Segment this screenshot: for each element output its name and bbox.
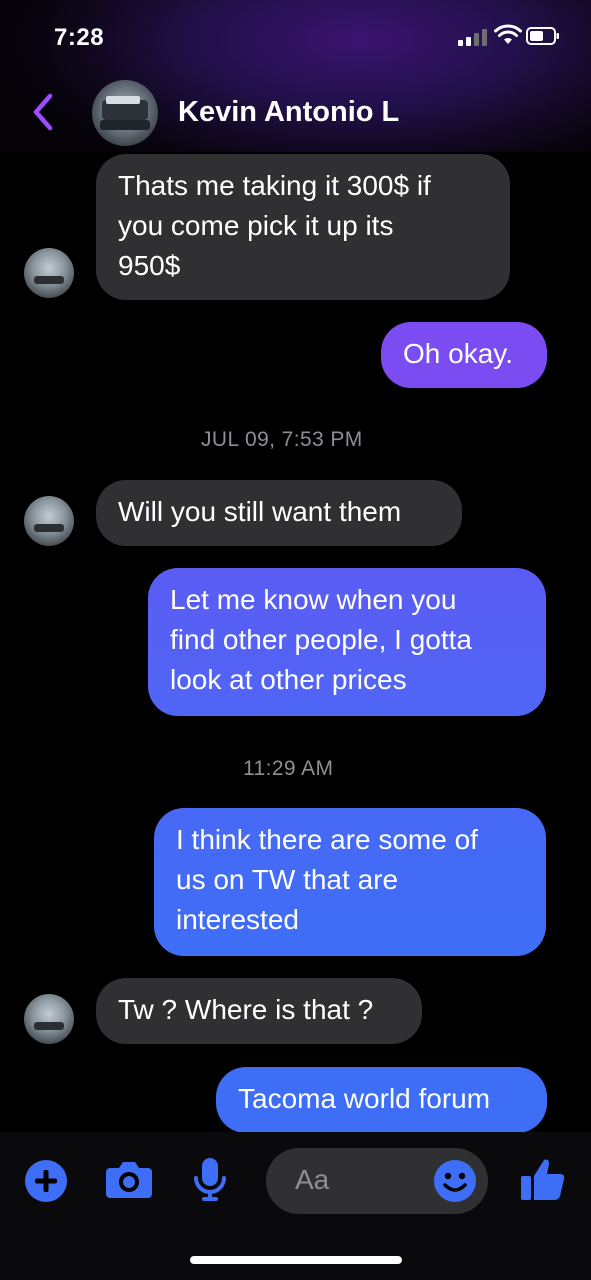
incoming-message[interactable]: Will you still want them <box>96 480 462 546</box>
battery-icon <box>526 27 559 45</box>
cellular-signal-icon <box>458 28 488 46</box>
back-chevron-icon[interactable] <box>28 92 58 132</box>
contact-name[interactable]: Kevin Antonio L <box>178 96 399 129</box>
outgoing-message[interactable]: I think there are some of us on TW that … <box>154 808 546 956</box>
timestamp: JUL 09, 7:53 PM <box>201 428 363 451</box>
plus-icon[interactable] <box>24 1159 68 1203</box>
timestamp: 11:29 AM <box>243 757 334 780</box>
message-input-placeholder: Aa <box>295 1164 330 1195</box>
sender-avatar[interactable] <box>24 248 74 298</box>
outgoing-message[interactable]: Oh okay. <box>381 322 547 388</box>
contact-avatar[interactable] <box>92 80 158 146</box>
sender-avatar[interactable] <box>24 994 74 1044</box>
camera-icon[interactable] <box>104 1158 154 1200</box>
sender-avatar[interactable] <box>24 496 74 546</box>
outgoing-message[interactable]: Let me know when you find other people, … <box>148 568 546 716</box>
thumbs-up-icon[interactable] <box>518 1154 568 1204</box>
microphone-icon[interactable] <box>192 1156 228 1202</box>
vehicle-photo-icon <box>100 96 150 130</box>
conversation-header <box>0 0 591 152</box>
wifi-icon <box>494 24 522 44</box>
emoji-icon[interactable] <box>432 1158 478 1204</box>
incoming-message[interactable]: Tw ? Where is that ? <box>96 978 422 1044</box>
outgoing-message[interactable]: Tacoma world forum <box>216 1067 547 1133</box>
home-indicator <box>190 1256 402 1264</box>
status-time: 7:28 <box>54 24 105 51</box>
incoming-message[interactable]: Thats me taking it 300$ if you come pick… <box>96 154 510 300</box>
